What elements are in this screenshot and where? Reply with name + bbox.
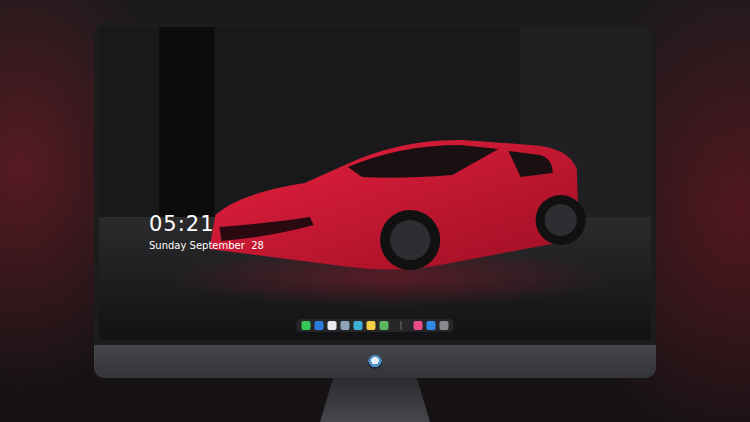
dock-app-icon[interactable]: [302, 321, 311, 330]
dock: [297, 319, 454, 332]
monitor-stand: [320, 378, 430, 422]
dock-app-icon[interactable]: [414, 321, 423, 330]
screen: 05:21 Sunday September 28: [99, 27, 651, 340]
dock-app-icon[interactable]: [341, 321, 350, 330]
monitor-chin: [94, 345, 656, 378]
lock-screen-clock: 05:21 Sunday September 28: [149, 211, 264, 253]
dock-app-icon[interactable]: [380, 321, 389, 330]
clock-date: Sunday September 28: [149, 239, 264, 253]
dock-app-icon[interactable]: [315, 321, 324, 330]
wallpaper-photo: [99, 27, 651, 340]
dock-app-icon[interactable]: [354, 321, 363, 330]
logo-icon: [368, 355, 382, 369]
dock-separator: [401, 321, 402, 330]
page: 05:21 Sunday September 28: [0, 0, 750, 422]
dock-app-icon[interactable]: [440, 321, 449, 330]
dock-app-icon[interactable]: [367, 321, 376, 330]
dock-app-icon[interactable]: [328, 321, 337, 330]
monitor: 05:21 Sunday September 28: [94, 22, 656, 422]
clock-time: 05:21: [149, 211, 264, 237]
monitor-bezel: 05:21 Sunday September 28: [94, 22, 656, 345]
dock-app-icon[interactable]: [427, 321, 436, 330]
